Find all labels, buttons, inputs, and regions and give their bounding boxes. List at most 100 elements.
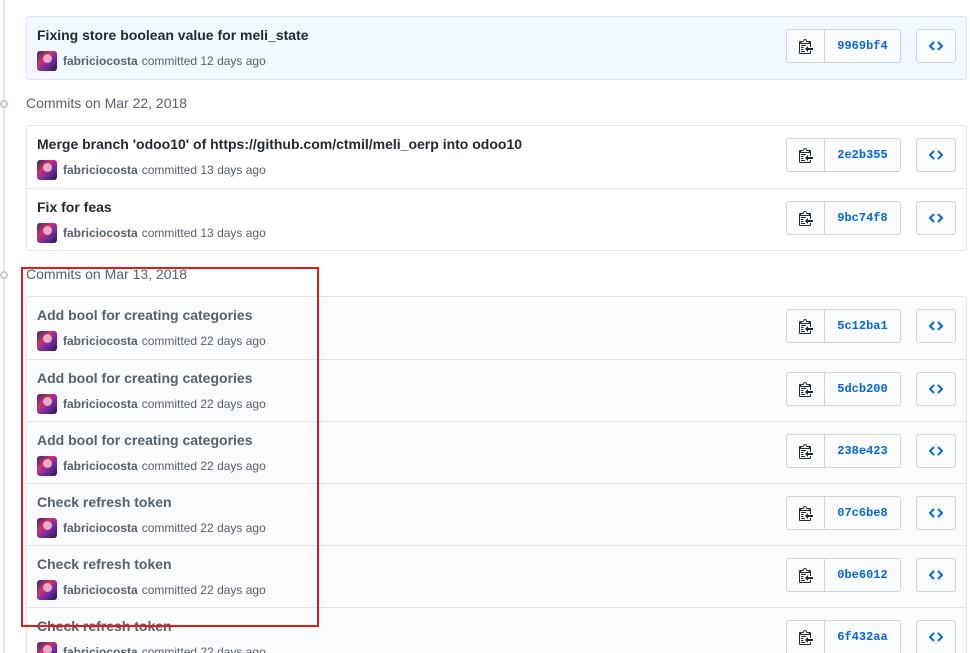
avatar[interactable]: [37, 331, 57, 351]
browse-repo-button[interactable]: [916, 558, 956, 592]
code-icon: [929, 41, 943, 51]
commit-title[interactable]: Fix for feas: [37, 199, 112, 215]
code-icon: [929, 384, 943, 394]
copy-sha-button[interactable]: [787, 310, 825, 342]
commit-title[interactable]: Check refresh token: [37, 618, 172, 634]
commit-meta: fabriciocosta committed 13 days ago: [37, 160, 266, 180]
sha-button-group: 5c12ba1: [786, 309, 901, 343]
copy-sha-button[interactable]: [787, 139, 825, 171]
browse-repo-button[interactable]: [916, 620, 956, 653]
clipboard-icon: [798, 382, 813, 397]
code-icon: [929, 570, 943, 580]
commit-row: Check refresh token fabriciocosta commit…: [27, 483, 966, 545]
commit-sha-link[interactable]: 6f432aa: [825, 621, 900, 653]
commit-meta: fabriciocosta committed 22 days ago: [37, 456, 266, 476]
commit-author[interactable]: fabriciocosta: [63, 163, 138, 177]
commit-time: committed 22 days ago: [141, 397, 266, 411]
avatar[interactable]: [37, 51, 57, 71]
commit-row: Merge branch 'odoo10' of https://github.…: [27, 126, 966, 188]
browse-repo-button[interactable]: [916, 138, 956, 172]
commit-group-header: Commits on Mar 22, 2018: [0, 93, 970, 115]
commit-author[interactable]: fabriciocosta: [63, 226, 138, 240]
code-icon: [929, 508, 943, 518]
commit-author[interactable]: fabriciocosta: [63, 583, 138, 597]
browse-repo-button[interactable]: [916, 29, 956, 63]
commit-author[interactable]: fabriciocosta: [63, 521, 138, 535]
commit-time: committed 22 days ago: [141, 334, 266, 348]
avatar[interactable]: [37, 456, 57, 476]
browse-repo-button[interactable]: [916, 372, 956, 406]
commit-time: committed 22 days ago: [141, 645, 266, 653]
commit-title[interactable]: Add bool for creating categories: [37, 432, 252, 448]
commit-time: committed 22 days ago: [141, 583, 266, 597]
commit-title[interactable]: Check refresh token: [37, 494, 172, 510]
copy-sha-button[interactable]: [787, 202, 825, 234]
commit-meta: fabriciocosta committed 22 days ago: [37, 331, 266, 351]
commit-list: Fixing store boolean value for meli_stat…: [26, 16, 967, 80]
commit-sha-link[interactable]: 9bc74f8: [825, 202, 900, 234]
clipboard-icon: [798, 319, 813, 334]
browse-repo-button[interactable]: [916, 434, 956, 468]
commit-author[interactable]: fabriciocosta: [63, 397, 138, 411]
commit-title[interactable]: Add bool for creating categories: [37, 370, 252, 386]
commit-author[interactable]: fabriciocosta: [63, 54, 138, 68]
sha-button-group: 9bc74f8: [786, 201, 901, 235]
avatar[interactable]: [37, 642, 57, 653]
commit-row: Fix for feas fabriciocosta committed 13 …: [27, 188, 966, 250]
copy-sha-button[interactable]: [787, 497, 825, 529]
clipboard-icon: [798, 211, 813, 226]
sha-button-group: 5dcb200: [786, 372, 901, 406]
commit-author[interactable]: fabriciocosta: [63, 334, 138, 348]
avatar[interactable]: [37, 518, 57, 538]
commit-author[interactable]: fabriciocosta: [63, 459, 138, 473]
browse-repo-button[interactable]: [916, 309, 956, 343]
avatar[interactable]: [37, 580, 57, 600]
commit-time: committed 22 days ago: [141, 521, 266, 535]
commit-title[interactable]: Merge branch 'odoo10' of https://github.…: [37, 136, 522, 152]
copy-sha-button[interactable]: [787, 621, 825, 653]
avatar[interactable]: [37, 223, 57, 243]
commit-time: committed 13 days ago: [141, 226, 266, 240]
commit-title[interactable]: Add bool for creating categories: [37, 307, 252, 323]
commit-sha-link[interactable]: 5c12ba1: [825, 310, 900, 342]
code-icon: [929, 321, 943, 331]
sha-button-group: 07c6be8: [786, 496, 901, 530]
copy-sha-button[interactable]: [787, 30, 825, 62]
commit-meta: fabriciocosta committed 13 days ago: [37, 223, 266, 243]
clipboard-icon: [798, 506, 813, 521]
commit-title[interactable]: Fixing store boolean value for meli_stat…: [37, 27, 309, 43]
commit-sha-link[interactable]: 9969bf4: [825, 30, 900, 62]
sha-button-group: 9969bf4: [786, 29, 901, 63]
copy-sha-button[interactable]: [787, 559, 825, 591]
commit-sha-link[interactable]: 5dcb200: [825, 373, 900, 405]
commit-sha-link[interactable]: 238e423: [825, 435, 900, 467]
avatar[interactable]: [37, 160, 57, 180]
commit-row: Fixing store boolean value for meli_stat…: [27, 17, 966, 79]
commit-group-date: Commits on Mar 22, 2018: [26, 95, 188, 111]
code-icon: [929, 446, 943, 456]
clipboard-icon: [798, 148, 813, 163]
commit-row: Check refresh token fabriciocosta commit…: [27, 607, 966, 653]
clipboard-icon: [798, 39, 813, 54]
commit-sha-link[interactable]: 07c6be8: [825, 497, 900, 529]
commit-meta: fabriciocosta committed 22 days ago: [37, 518, 266, 538]
sha-button-group: 6f432aa: [786, 620, 901, 653]
timeline-dot-icon: [0, 271, 8, 279]
commit-meta: fabriciocosta committed 22 days ago: [37, 642, 266, 653]
commit-sha-link[interactable]: 2e2b355: [825, 139, 900, 171]
copy-sha-button[interactable]: [787, 435, 825, 467]
sha-button-group: 2e2b355: [786, 138, 901, 172]
copy-sha-button[interactable]: [787, 373, 825, 405]
commit-list: Add bool for creating categories fabrici…: [26, 296, 967, 653]
commit-sha-link[interactable]: 0be6012: [825, 559, 900, 591]
sha-button-group: 238e423: [786, 434, 901, 468]
browse-repo-button[interactable]: [916, 201, 956, 235]
commit-title[interactable]: Check refresh token: [37, 556, 172, 572]
commit-list: Merge branch 'odoo10' of https://github.…: [26, 125, 967, 251]
commit-meta: fabriciocosta committed 22 days ago: [37, 394, 266, 414]
commit-row: Add bool for creating categories fabrici…: [27, 297, 966, 359]
avatar[interactable]: [37, 394, 57, 414]
commit-author[interactable]: fabriciocosta: [63, 645, 138, 653]
commit-meta: fabriciocosta committed 12 days ago: [37, 51, 266, 71]
browse-repo-button[interactable]: [916, 496, 956, 530]
